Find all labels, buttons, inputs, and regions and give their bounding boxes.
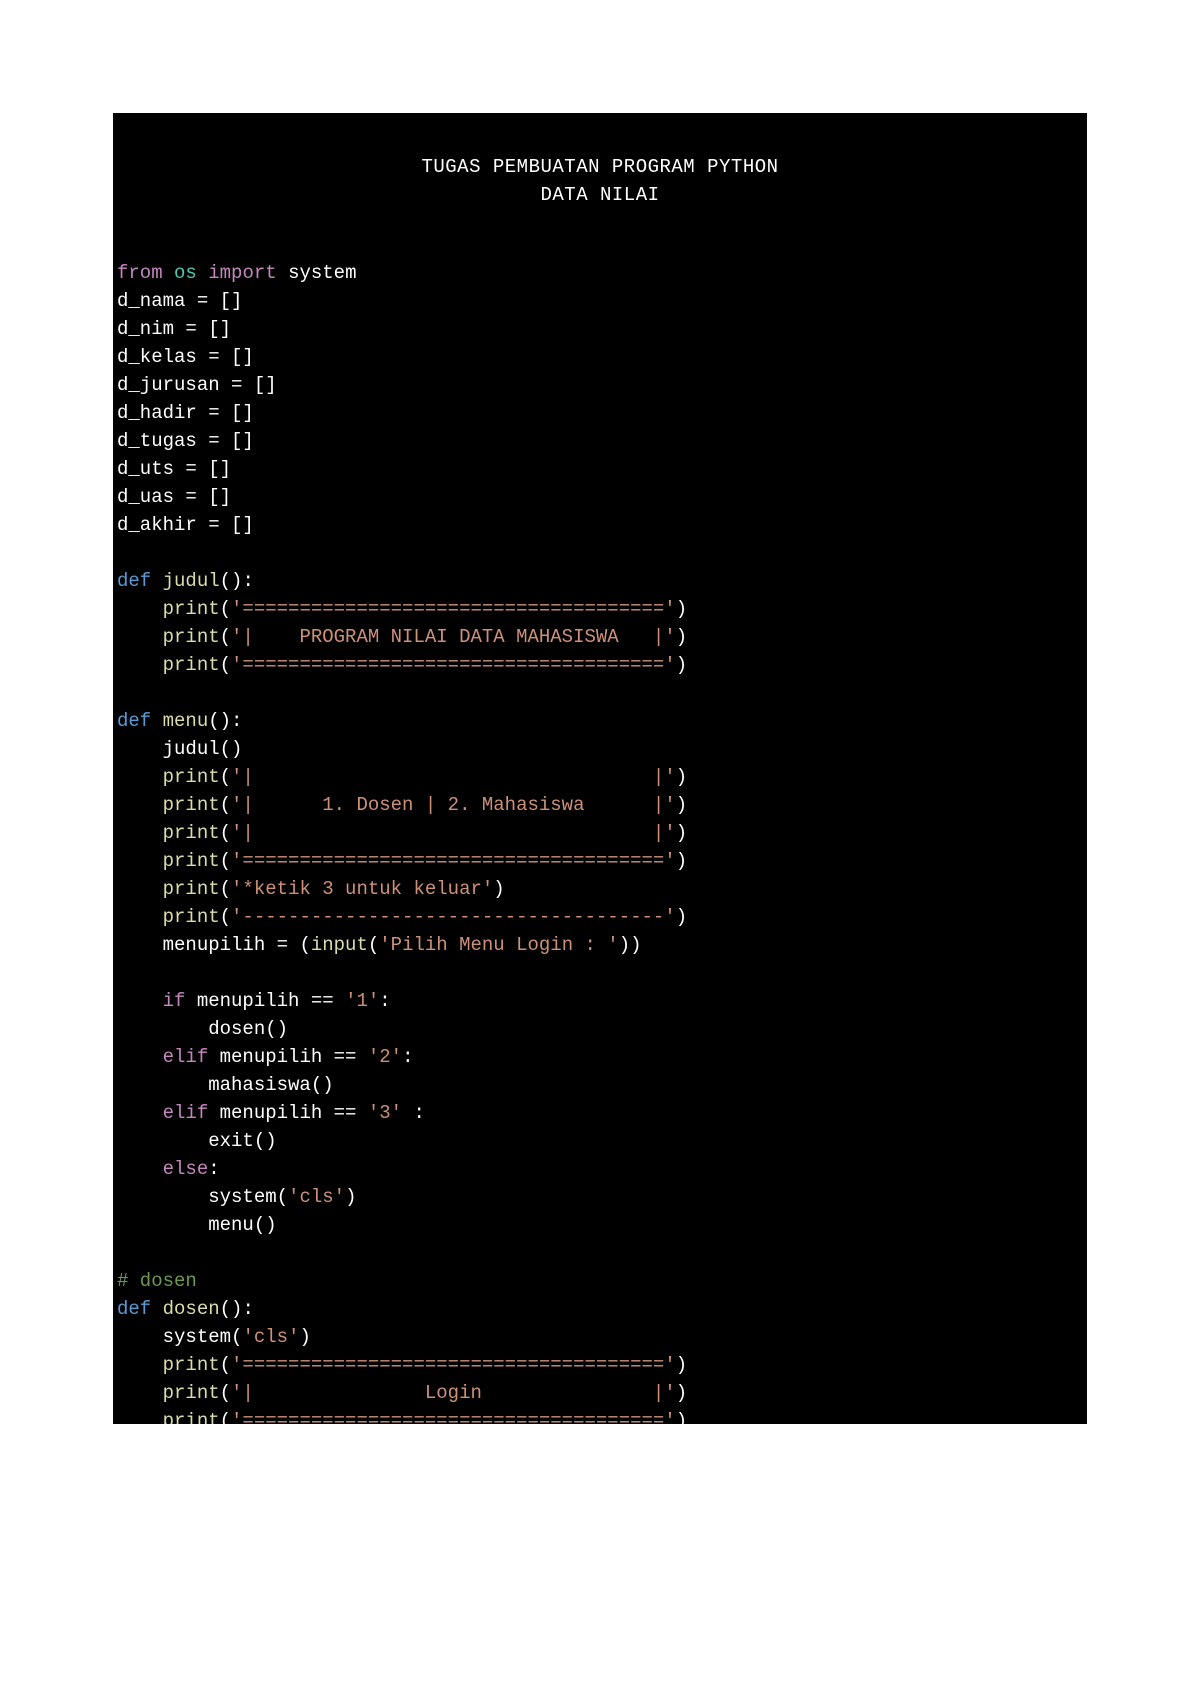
mahasiswa-call: mahasiswa bbox=[208, 1074, 311, 1096]
dosen-call: dosen bbox=[208, 1018, 265, 1040]
string-cls: 'cls' bbox=[288, 1186, 345, 1208]
string-equals: '=====================================' bbox=[231, 654, 676, 676]
print-call: print bbox=[163, 654, 220, 676]
keyword-if: if bbox=[163, 990, 186, 1012]
string-ketik3: '*ketik 3 untuk keluar' bbox=[231, 878, 493, 900]
system-call: system bbox=[208, 1186, 276, 1208]
code-content: from os import system d_nama = [] d_nim … bbox=[113, 259, 1087, 1424]
keyword-def: def bbox=[117, 570, 151, 592]
print-call: print bbox=[163, 794, 220, 816]
title-line-1: TUGAS PEMBUATAN PROGRAM PYTHON bbox=[113, 153, 1087, 181]
print-call: print bbox=[163, 878, 220, 900]
string-three: '3' bbox=[368, 1102, 402, 1124]
string-two: '2' bbox=[368, 1046, 402, 1068]
string-dashes: '-------------------------------------' bbox=[231, 906, 676, 928]
keyword-def: def bbox=[117, 1298, 151, 1320]
decl-d-nama: d_nama = [] bbox=[117, 290, 242, 312]
string-menu-options: '| 1. Dosen | 2. Mahasiswa |' bbox=[231, 794, 676, 816]
string-header: '| PROGRAM NILAI DATA MAHASISWA |' bbox=[231, 626, 676, 648]
decl-d-jurusan: d_jurusan = [] bbox=[117, 374, 277, 396]
menu-call: menu bbox=[208, 1214, 254, 1236]
module-os: os bbox=[174, 262, 197, 284]
string-one: '1' bbox=[345, 990, 379, 1012]
fn-menu: menu bbox=[163, 710, 209, 732]
decl-d-uas: d_uas = [] bbox=[117, 486, 231, 508]
string-empty-row: '| |' bbox=[231, 822, 676, 844]
print-call: print bbox=[163, 1382, 220, 1404]
input-call: input bbox=[311, 934, 368, 956]
print-call: print bbox=[163, 1354, 220, 1376]
code-editor-block: TUGAS PEMBUATAN PROGRAM PYTHON DATA NILA… bbox=[113, 113, 1087, 1424]
string-equals: '=====================================' bbox=[231, 1410, 676, 1424]
decl-d-tugas: d_tugas = [] bbox=[117, 430, 254, 452]
decl-d-nim: d_nim = [] bbox=[117, 318, 231, 340]
exit-call: exit bbox=[208, 1130, 254, 1152]
title-section: TUGAS PEMBUATAN PROGRAM PYTHON DATA NILA… bbox=[113, 153, 1087, 209]
print-call: print bbox=[163, 822, 220, 844]
decl-d-kelas: d_kelas = [] bbox=[117, 346, 254, 368]
print-call: print bbox=[163, 598, 220, 620]
print-call: print bbox=[163, 1410, 220, 1424]
import-system: system bbox=[288, 262, 356, 284]
string-equals: '=====================================' bbox=[231, 850, 676, 872]
title-line-2: DATA NILAI bbox=[113, 181, 1087, 209]
keyword-from: from bbox=[117, 262, 163, 284]
document-page: TUGAS PEMBUATAN PROGRAM PYTHON DATA NILA… bbox=[0, 0, 1200, 1698]
keyword-elif: elif bbox=[163, 1046, 209, 1068]
system-call: system bbox=[163, 1326, 231, 1348]
print-call: print bbox=[163, 850, 220, 872]
keyword-import: import bbox=[208, 262, 276, 284]
string-empty-row: '| |' bbox=[231, 766, 676, 788]
fn-judul: judul bbox=[163, 570, 220, 592]
decl-d-akhir: d_akhir = [] bbox=[117, 514, 254, 536]
print-call: print bbox=[163, 906, 220, 928]
keyword-def: def bbox=[117, 710, 151, 732]
keyword-else: else bbox=[163, 1158, 209, 1180]
keyword-elif: elif bbox=[163, 1102, 209, 1124]
string-equals: '=====================================' bbox=[231, 598, 676, 620]
string-pilih-menu: 'Pilih Menu Login : ' bbox=[379, 934, 618, 956]
string-cls: 'cls' bbox=[242, 1326, 299, 1348]
decl-d-hadir: d_hadir = [] bbox=[117, 402, 254, 424]
string-equals: '=====================================' bbox=[231, 1354, 676, 1376]
string-login: '| Login |' bbox=[231, 1382, 676, 1404]
judul-call: judul bbox=[163, 738, 220, 760]
print-call: print bbox=[163, 626, 220, 648]
decl-d-uts: d_uts = [] bbox=[117, 458, 231, 480]
comment-dosen: # dosen bbox=[117, 1270, 197, 1292]
menupilih-var: menupilih bbox=[163, 934, 266, 956]
fn-dosen: dosen bbox=[163, 1298, 220, 1320]
print-call: print bbox=[163, 766, 220, 788]
